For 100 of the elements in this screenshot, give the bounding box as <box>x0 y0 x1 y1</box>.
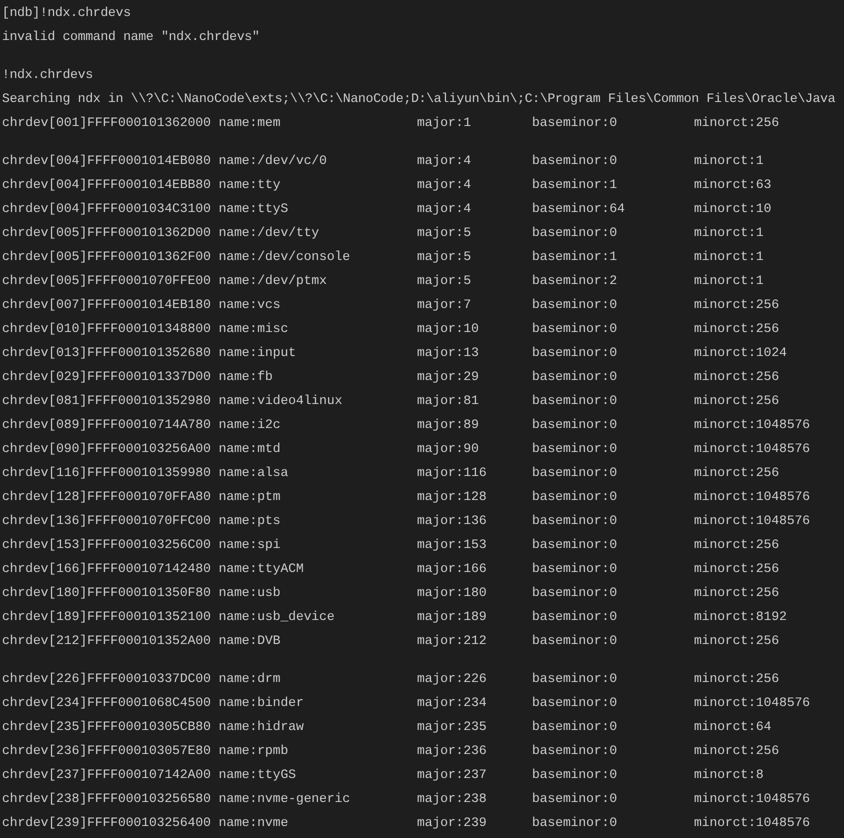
baseminor-value: baseminor:1 <box>532 176 618 192</box>
minorct-value: minorct:63 <box>694 176 772 192</box>
minorct-value: minorct:10 <box>694 200 772 216</box>
baseminor-value: baseminor:0 <box>532 742 618 758</box>
minorct-value: minorct:1 <box>694 248 764 264</box>
major-value: major:13 <box>417 344 479 360</box>
minorct-value: minorct:1048576 <box>694 694 810 710</box>
device-entry: chrdev[136]FFFF0001070FFC00 name:pts <box>2 512 280 528</box>
device-entry: chrdev[236]FFFF000103057E80 name:rpmb <box>2 742 288 758</box>
baseminor-value: baseminor:0 <box>532 488 618 504</box>
output-line: invalid command name "ndx.chrdevs" <box>2 28 260 44</box>
device-entry: chrdev[001]FFFF000101362000 name:mem <box>2 114 280 130</box>
major-value: major:7 <box>417 296 472 312</box>
major-value: major:89 <box>417 416 479 432</box>
minorct-value: minorct:8 <box>694 766 764 782</box>
major-value: major:189 <box>417 608 487 624</box>
baseminor-value: baseminor:1 <box>532 248 618 264</box>
baseminor-value: baseminor:0 <box>532 560 618 576</box>
major-value: major:235 <box>417 718 487 734</box>
minorct-value: minorct:256 <box>694 296 780 312</box>
major-value: major:166 <box>417 560 487 576</box>
baseminor-value: baseminor:0 <box>532 814 618 830</box>
baseminor-value: baseminor:0 <box>532 512 618 528</box>
minorct-value: minorct:1024 <box>694 344 787 360</box>
minorct-value: minorct:256 <box>694 464 780 480</box>
minorct-value: minorct:8192 <box>694 608 787 624</box>
minorct-value: minorct:1 <box>694 272 764 288</box>
major-value: major:212 <box>417 632 487 648</box>
device-entry: chrdev[005]FFFF0001070FFE00 name:/dev/ptmx <box>2 272 327 288</box>
major-value: major:90 <box>417 440 479 456</box>
minorct-value: minorct:256 <box>694 368 780 384</box>
minorct-value: minorct:256 <box>694 320 780 336</box>
major-value: major:29 <box>417 368 479 384</box>
baseminor-value: baseminor:0 <box>532 584 618 600</box>
device-entry: chrdev[238]FFFF000103256580 name:nvme-generic <box>2 790 350 806</box>
minorct-value: minorct:256 <box>694 536 780 552</box>
device-entry: chrdev[013]FFFF000101352680 name:input <box>2 344 296 360</box>
baseminor-value: baseminor:0 <box>532 790 618 806</box>
baseminor-value: baseminor:0 <box>532 536 618 552</box>
minorct-value: minorct:256 <box>694 392 780 408</box>
major-value: major:180 <box>417 584 487 600</box>
minorct-value: minorct:1 <box>694 224 764 240</box>
minorct-value: minorct:1048576 <box>694 440 810 456</box>
baseminor-value: baseminor:0 <box>532 368 618 384</box>
major-value: major:136 <box>417 512 487 528</box>
device-entry: chrdev[166]FFFF000107142480 name:ttyACM <box>2 560 304 576</box>
minorct-value: minorct:1048576 <box>694 790 810 806</box>
device-entry: chrdev[007]FFFF0001014EB180 name:vcs <box>2 296 280 312</box>
major-value: major:236 <box>417 742 487 758</box>
minorct-value: minorct:1 <box>694 152 764 168</box>
device-entry: chrdev[005]FFFF000101362D00 name:/dev/tty <box>2 224 320 240</box>
baseminor-value: baseminor:0 <box>532 392 618 408</box>
major-value: major:4 <box>417 176 472 192</box>
device-entry: chrdev[226]FFFF00010337DC00 name:drm <box>2 670 280 686</box>
major-value: major:237 <box>417 766 487 782</box>
baseminor-value: baseminor:0 <box>532 416 618 432</box>
major-value: major:5 <box>417 248 472 264</box>
device-entry: chrdev[116]FFFF000101359980 name:alsa <box>2 464 288 480</box>
major-value: major:4 <box>417 200 472 216</box>
minorct-value: minorct:256 <box>694 560 780 576</box>
baseminor-value: baseminor:0 <box>532 608 618 624</box>
minorct-value: minorct:1048576 <box>694 814 810 830</box>
baseminor-value: baseminor:0 <box>532 296 618 312</box>
device-entry: chrdev[029]FFFF000101337D00 name:fb <box>2 368 273 384</box>
minorct-value: minorct:1048576 <box>694 512 810 528</box>
baseminor-value: baseminor:0 <box>532 632 618 648</box>
baseminor-value: baseminor:64 <box>532 200 625 216</box>
minorct-value: minorct:256 <box>694 584 780 600</box>
major-value: major:238 <box>417 790 487 806</box>
device-entry: chrdev[089]FFFF00010714A780 name:i2c <box>2 416 280 432</box>
device-entry: chrdev[212]FFFF000101352A00 name:DVB <box>2 632 280 648</box>
output-line: !ndx.chrdevs <box>2 66 93 82</box>
minorct-value: minorct:1048576 <box>694 416 810 432</box>
baseminor-value: baseminor:0 <box>532 440 618 456</box>
major-value: major:226 <box>417 670 487 686</box>
minorct-value: minorct:256 <box>694 670 780 686</box>
major-value: major:234 <box>417 694 487 710</box>
baseminor-value: baseminor:0 <box>532 766 618 782</box>
major-value: major:153 <box>417 536 487 552</box>
device-entry: chrdev[005]FFFF000101362F00 name:/dev/console <box>2 248 350 264</box>
baseminor-value: baseminor:2 <box>532 272 618 288</box>
baseminor-value: baseminor:0 <box>532 670 618 686</box>
device-entry: chrdev[004]FFFF0001014EB080 name:/dev/vc/0 <box>2 152 327 168</box>
major-value: major:4 <box>417 152 472 168</box>
baseminor-value: baseminor:0 <box>532 694 618 710</box>
device-entry: chrdev[234]FFFF0001068C4500 name:binder <box>2 694 304 710</box>
major-value: major:5 <box>417 224 472 240</box>
output-line: [ndb]!ndx.chrdevs <box>2 4 131 20</box>
minorct-value: minorct:1048576 <box>694 488 810 504</box>
major-value: major:10 <box>417 320 479 336</box>
device-entry: chrdev[153]FFFF000103256C00 name:spi <box>2 536 280 552</box>
device-entry: chrdev[237]FFFF000107142A00 name:ttyGS <box>2 766 296 782</box>
minorct-value: minorct:256 <box>694 742 780 758</box>
device-entry: chrdev[004]FFFF0001014EBB80 name:tty <box>2 176 280 192</box>
baseminor-value: baseminor:0 <box>532 464 618 480</box>
baseminor-value: baseminor:0 <box>532 224 618 240</box>
major-value: major:81 <box>417 392 479 408</box>
device-entry: chrdev[081]FFFF000101352980 name:video4linux <box>2 392 342 408</box>
device-entry: chrdev[180]FFFF000101350F80 name:usb <box>2 584 280 600</box>
baseminor-value: baseminor:0 <box>532 152 618 168</box>
